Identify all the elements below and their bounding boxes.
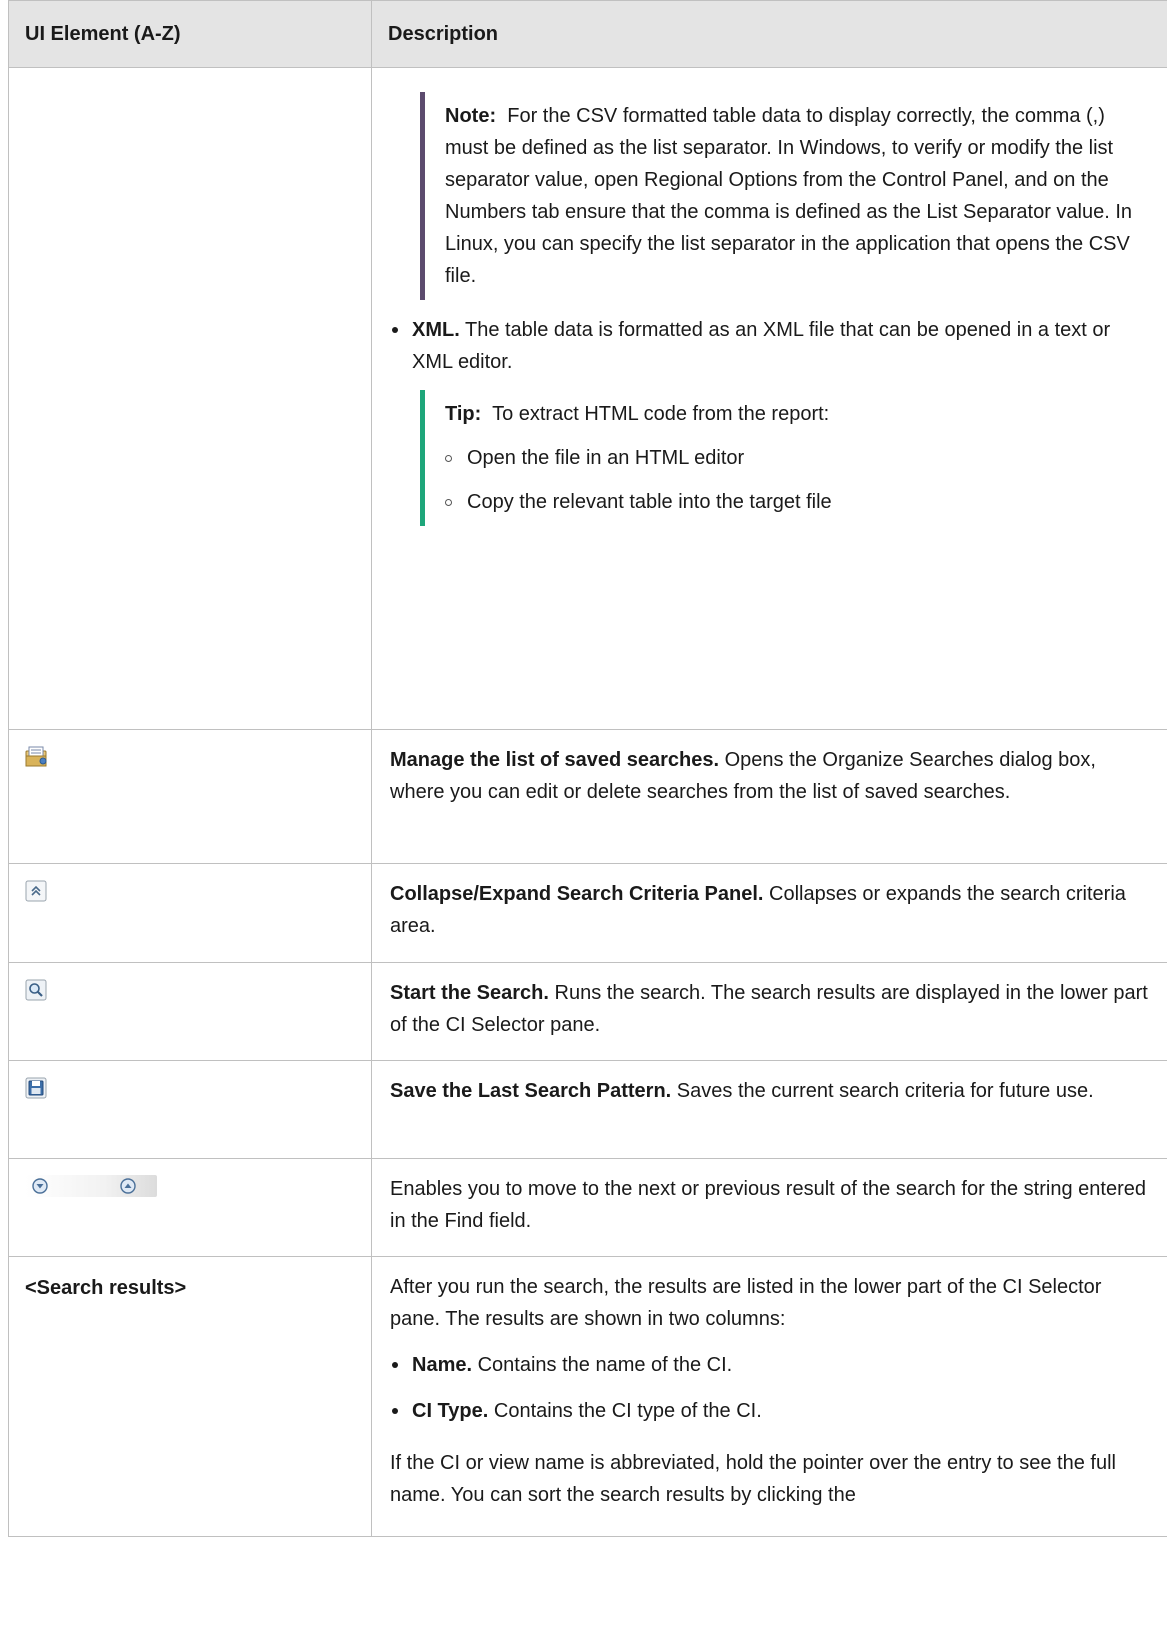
column-header-ui-element: UI Element (A-Z) xyxy=(8,0,372,68)
row-title: Start the Search. xyxy=(390,982,549,1004)
description-cell: Collapse/Expand Search Criteria Panel. C… xyxy=(371,863,1167,963)
tip-text: To extract HTML code from the report: xyxy=(492,403,830,425)
table-row: Save the Last Search Pattern. Saves the … xyxy=(8,1060,1167,1159)
column-header-description: Description xyxy=(371,0,1167,68)
description-cell: Start the Search. Runs the search. The s… xyxy=(371,962,1167,1061)
results-columns-list: Name. Contains the name of the CI. CI Ty… xyxy=(390,1349,1151,1427)
row-title: Collapse/Expand Search Criteria Panel. xyxy=(390,883,764,905)
list-item: Open the file in an HTML editor xyxy=(445,442,1151,474)
ui-element-cell xyxy=(8,729,372,864)
table-row: Start the Search. Runs the search. The s… xyxy=(8,962,1167,1061)
table-header-row: UI Element (A-Z) Description xyxy=(8,0,1167,68)
organize-searches-icon[interactable] xyxy=(25,746,49,768)
description-cell: Save the Last Search Pattern. Saves the … xyxy=(371,1060,1167,1159)
list-item: CI Type. Contains the CI type of the CI. xyxy=(390,1395,1151,1427)
note-text: For the CSV formatted table data to disp… xyxy=(445,105,1133,287)
row-text: Enables you to move to the next or previ… xyxy=(390,1178,1146,1232)
results-intro: After you run the search, the results ar… xyxy=(390,1276,1102,1330)
name-label: Name. xyxy=(412,1354,473,1376)
name-text: Contains the name of the CI. xyxy=(477,1354,733,1376)
ui-element-cell xyxy=(8,1158,372,1257)
ui-element-cell: <Search results> xyxy=(8,1256,372,1537)
table-row: Note: For the CSV formatted table data t… xyxy=(8,67,1167,730)
ui-element-cell xyxy=(8,863,372,963)
previous-result-icon[interactable] xyxy=(119,1177,137,1195)
table-row: Enables you to move to the next or previ… xyxy=(8,1158,1167,1257)
list-item: XML. The table data is formatted as an X… xyxy=(390,314,1151,378)
table-row: Collapse/Expand Search Criteria Panel. C… xyxy=(8,863,1167,963)
table-row: <Search results> After you run the searc… xyxy=(8,1256,1167,1537)
list-item: Name. Contains the name of the CI. xyxy=(390,1349,1151,1381)
table-row: Manage the list of saved searches. Opens… xyxy=(8,729,1167,864)
format-list: XML. The table data is formatted as an X… xyxy=(390,314,1151,378)
collapse-expand-icon[interactable] xyxy=(25,880,47,902)
note-callout: Note: For the CSV formatted table data t… xyxy=(420,92,1151,300)
tip-steps: Open the file in an HTML editor Copy the… xyxy=(445,442,1151,518)
result-navigation-buttons xyxy=(25,1175,157,1197)
description-cell: Enables you to move to the next or previ… xyxy=(371,1158,1167,1257)
magnifier-search-icon[interactable] xyxy=(25,979,47,1001)
row-title: Save the Last Search Pattern. xyxy=(390,1080,672,1102)
ui-element-label: <Search results> xyxy=(25,1277,187,1299)
xml-label: XML. xyxy=(412,319,460,341)
type-label: CI Type. xyxy=(412,1400,489,1422)
floppy-save-icon[interactable] xyxy=(25,1077,47,1099)
ui-elements-table: UI Element (A-Z) Description Note: For t… xyxy=(8,0,1167,1537)
tip-label: Tip: xyxy=(445,403,482,425)
description-cell: Note: For the CSV formatted table data t… xyxy=(371,67,1167,730)
list-item: Copy the relevant table into the target … xyxy=(445,486,1151,518)
tip-callout: Tip: To extract HTML code from the repor… xyxy=(420,390,1151,526)
xml-text: The table data is formatted as an XML fi… xyxy=(412,319,1111,373)
next-result-icon[interactable] xyxy=(31,1177,49,1195)
note-label: Note: xyxy=(445,105,497,127)
ui-element-cell xyxy=(8,67,372,730)
description-cell: After you run the search, the results ar… xyxy=(371,1256,1167,1537)
ui-element-cell xyxy=(8,962,372,1061)
ui-element-cell xyxy=(8,1060,372,1159)
row-title: Manage the list of saved searches. xyxy=(390,749,720,771)
row-text: Saves the current search criteria for fu… xyxy=(676,1080,1094,1102)
description-cell: Manage the list of saved searches. Opens… xyxy=(371,729,1167,864)
type-text: Contains the CI type of the CI. xyxy=(493,1400,762,1422)
results-outro: If the CI or view name is abbreviated, h… xyxy=(390,1452,1116,1506)
